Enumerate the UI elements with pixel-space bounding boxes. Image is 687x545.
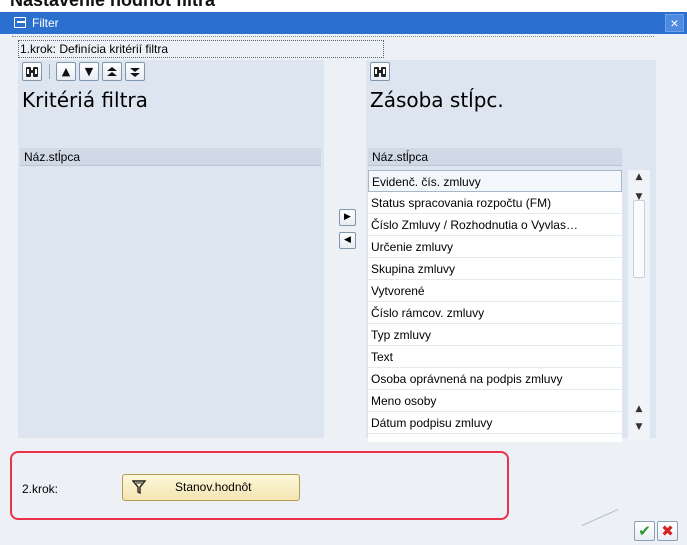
remove-criterion-button[interactable]: ◀	[339, 232, 356, 249]
move-top-button[interactable]	[102, 62, 122, 81]
move-up-button[interactable]: ▲	[56, 62, 76, 81]
list-item[interactable]: Typ zmluvy	[368, 324, 622, 346]
find-button[interactable]	[370, 62, 390, 81]
move-down-icon: ▼	[84, 65, 94, 78]
move-bottom-button[interactable]	[125, 62, 145, 81]
list-item[interactable]: Meno osoby	[368, 390, 622, 412]
list-item[interactable]: Číslo rámcov. zmluvy	[368, 302, 622, 324]
list-item[interactable]: Číslo Zmluvy / Rozhodnutia o Vyvlas…	[368, 214, 622, 236]
dialog-titlebar: Filter ×	[0, 12, 687, 34]
step2-label: 2.krok:	[22, 482, 59, 496]
close-button[interactable]: ×	[665, 14, 684, 32]
find-button[interactable]	[22, 62, 42, 81]
move-bottom-icon	[130, 67, 140, 77]
list-item[interactable]: Osoba oprávnená na podpis zmluvy	[368, 368, 622, 390]
list-item[interactable]: Text	[368, 346, 622, 368]
criteria-column-header[interactable]: Náz.stĺpca	[20, 148, 321, 166]
list-item[interactable]: Dátum podpisu zmluvy	[368, 412, 622, 434]
find-icon	[26, 66, 38, 77]
toolbar-separator	[49, 64, 50, 79]
list-item[interactable]: Status spracovania rozpočtu (FM)	[368, 192, 622, 214]
scroll-thumb[interactable]	[633, 200, 645, 278]
cancel-button[interactable]: ✖	[657, 521, 678, 541]
stock-list: Evidenč. čís. zmluvy Status spracovania …	[368, 170, 622, 442]
scroll-up-icon[interactable]: ▲	[632, 172, 646, 186]
list-item[interactable]: Vytvorené	[368, 280, 622, 302]
move-top-icon	[107, 66, 117, 76]
arrow-right-icon: ▶	[344, 212, 351, 222]
dialog-title: Filter	[32, 16, 59, 30]
scroll-page-down-icon[interactable]: ▼	[632, 422, 646, 436]
cancel-icon: ✖	[661, 522, 674, 540]
arrow-left-icon: ◀	[344, 235, 351, 245]
filter-criteria-panel	[18, 60, 324, 438]
stock-column-header[interactable]: Náz.stĺpca	[368, 148, 622, 166]
move-up-icon: ▲	[61, 65, 71, 78]
find-icon	[374, 66, 386, 77]
move-down-button[interactable]: ▼	[79, 62, 99, 81]
scroll-page-up-icon[interactable]: ▲	[632, 404, 646, 418]
criteria-toolbar: ▲ ▼	[22, 62, 202, 82]
check-icon: ✔	[638, 522, 651, 540]
set-values-button[interactable]: Stanov.hodnôt	[122, 474, 300, 501]
stock-title: Zásoba stĺpc.	[370, 88, 504, 112]
list-item[interactable]: Evidenč. čís. zmluvy	[368, 170, 622, 192]
stock-scrollbar[interactable]: ▲ ▼ ▲ ▼	[628, 170, 650, 440]
list-item[interactable]: Určenie zmluvy	[368, 236, 622, 258]
set-values-label: Stanov.hodnôt	[175, 480, 252, 494]
step1-label: 1.krok: Definícia kritérií filtra	[20, 42, 169, 56]
filter-icon	[132, 480, 146, 494]
criteria-title: Kritériá filtra	[22, 88, 148, 112]
ok-button[interactable]: ✔	[634, 521, 655, 541]
window-icon	[14, 17, 26, 28]
stock-toolbar	[370, 62, 400, 82]
page-heading: Nastavenie hodnôt filtra	[10, 0, 216, 10]
add-criterion-button[interactable]: ▶	[339, 209, 356, 226]
list-item[interactable]: Skupina zmluvy	[368, 258, 622, 280]
